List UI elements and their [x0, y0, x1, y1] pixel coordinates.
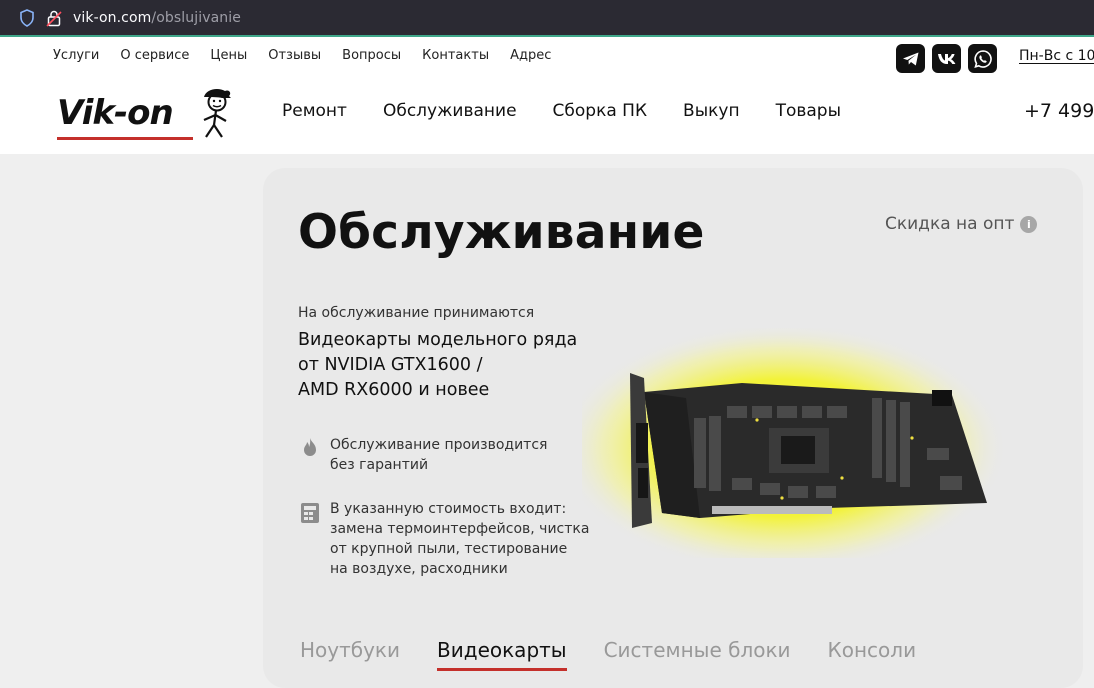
feature-line: без гарантий — [330, 457, 429, 473]
phone-number[interactable]: +7 499 — [1024, 100, 1094, 122]
top-link-prices[interactable]: Цены — [210, 48, 247, 63]
logo-text: Vik-on — [57, 93, 174, 133]
category-tabs: Ноутбуки Видеокарты Системные блоки Конс… — [300, 638, 953, 671]
browser-toolbar: vik-on.com/obslujivanie — [0, 0, 1094, 37]
vk-icon[interactable] — [932, 44, 961, 73]
top-link-reviews[interactable]: Отзывы — [268, 48, 321, 63]
page-title: Обслуживание — [298, 205, 705, 260]
shield-icon[interactable] — [19, 9, 35, 27]
feature-line: на воздухе, расходники — [330, 561, 508, 577]
working-hours[interactable]: Пн-Вс с 10 — [1019, 48, 1094, 64]
intro-text: На обслуживание принимаются — [298, 305, 535, 321]
stickman-mascot-icon — [203, 89, 231, 138]
models-line: Видеокарты модельного ряда — [298, 330, 578, 350]
models-line: AMD RX6000 и новее — [298, 380, 490, 400]
feature-line: В указанную стоимость входит: — [330, 501, 567, 517]
nav-maintenance[interactable]: Обслуживание — [383, 101, 517, 121]
url-host: vik-on.com — [73, 10, 152, 26]
discount-label: Скидка на опт — [885, 214, 1015, 234]
url-text[interactable]: vik-on.com/obslujivanie — [73, 10, 241, 26]
logo[interactable]: Vik-on — [57, 89, 247, 143]
wholesale-discount[interactable]: Скидка на опт i — [885, 214, 1038, 234]
main-nav: Ремонт Обслуживание Сборка ПК Выкуп Това… — [282, 101, 877, 121]
whatsapp-icon[interactable] — [968, 44, 997, 73]
feature-line: от крупной пыли, тестирование — [330, 541, 568, 557]
calculator-icon — [301, 503, 319, 523]
tab-system-units[interactable]: Системные блоки — [604, 638, 791, 662]
url-path: /obslujivanie — [151, 10, 241, 26]
tab-graphics-cards[interactable]: Видеокарты — [437, 638, 567, 671]
flame-icon — [304, 438, 316, 456]
graphics-card-image — [582, 328, 1007, 558]
feature-no-warranty: Обслуживание производится без гарантий — [298, 435, 547, 475]
nav-products[interactable]: Товары — [776, 101, 841, 121]
nav-repair[interactable]: Ремонт — [282, 101, 347, 121]
top-nav: Услуги О сервисе Цены Отзывы Вопросы Кон… — [53, 48, 572, 63]
feature-line: Обслуживание производится — [330, 437, 548, 453]
site-header: Услуги О сервисе Цены Отзывы Вопросы Кон… — [0, 37, 1094, 154]
feature-line: замена термоинтерфейсов, чистка — [330, 521, 590, 537]
top-link-services[interactable]: Услуги — [53, 48, 99, 63]
lock-icon[interactable] — [46, 9, 62, 27]
accepted-models: Видеокарты модельного ряда от NVIDIA GTX… — [298, 328, 618, 403]
nav-pc-build[interactable]: Сборка ПК — [553, 101, 648, 121]
address-bar[interactable]: vik-on.com/obslujivanie — [0, 0, 1094, 35]
top-link-contacts[interactable]: Контакты — [422, 48, 489, 63]
top-link-address[interactable]: Адрес — [510, 48, 551, 63]
logo-underline — [57, 137, 193, 140]
feature-price-includes: В указанную стоимость входит: замена тер… — [298, 499, 589, 579]
top-link-questions[interactable]: Вопросы — [342, 48, 401, 63]
models-line: от NVIDIA GTX1600 / — [298, 355, 483, 375]
info-icon[interactable]: i — [1020, 215, 1038, 233]
telegram-icon[interactable] — [896, 44, 925, 73]
tab-consoles[interactable]: Консоли — [828, 638, 917, 662]
tab-laptops[interactable]: Ноутбуки — [300, 638, 400, 662]
top-link-about[interactable]: О сервисе — [120, 48, 189, 63]
nav-buyback[interactable]: Выкуп — [683, 101, 740, 121]
